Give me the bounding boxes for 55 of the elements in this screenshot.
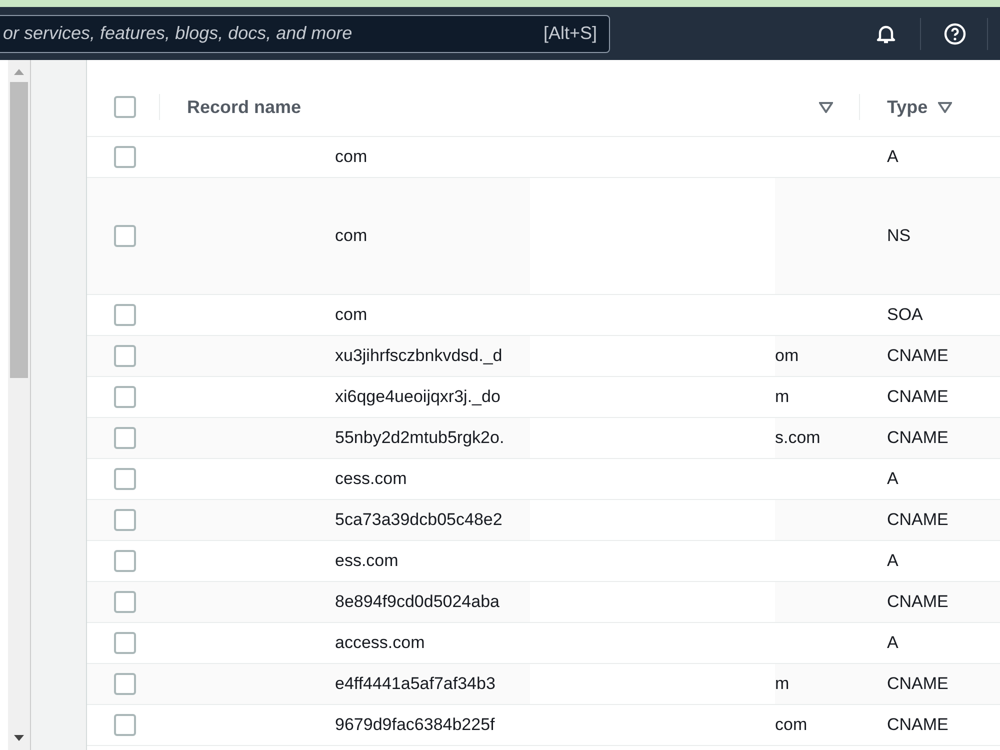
record-type: CNAME <box>887 674 948 694</box>
record-type: CNAME <box>887 346 948 366</box>
checkbox[interactable] <box>114 550 136 572</box>
record-type: CNAME <box>887 510 948 530</box>
shortcut-hint: [Alt+S] <box>543 23 597 44</box>
record-type: A <box>887 147 898 167</box>
record-name: 9679d9fac6384b225f <box>335 715 495 735</box>
checkbox[interactable] <box>114 591 136 613</box>
record-name: com <box>335 147 368 167</box>
record-name: xu3jihrfsczbnkvdsd._d <box>335 346 502 366</box>
table-cell: m <box>775 387 790 407</box>
record-type: CNAME <box>887 428 948 448</box>
record-type: NS <box>887 226 911 246</box>
record-name: cess.com <box>335 469 407 489</box>
record-type: CNAME <box>887 715 948 735</box>
checkbox[interactable] <box>114 386 136 408</box>
record-name: e4ff4441a5af7af34b3 <box>335 674 496 694</box>
record-name: xi6qge4ueoijqxr3j._do <box>335 387 500 407</box>
checkbox[interactable] <box>114 345 136 367</box>
search-bar[interactable]: or services, features, blogs, docs, and more [Alt+S] <box>0 14 610 52</box>
record-type: A <box>887 633 898 653</box>
checkbox[interactable] <box>114 673 136 695</box>
record-type: SOA <box>887 305 923 325</box>
record-type: A <box>887 469 898 489</box>
record-name: 8e894f9cd0d5024aba <box>335 592 500 612</box>
checkbox[interactable] <box>114 468 136 490</box>
checkbox[interactable] <box>114 146 136 168</box>
record-name: 55nby2d2mtub5rgk2o. <box>335 428 504 448</box>
record-type: CNAME <box>887 387 948 407</box>
record-type: CNAME <box>887 592 948 612</box>
record-name: com <box>335 226 368 246</box>
scrollbar[interactable] <box>8 60 31 750</box>
checkbox[interactable] <box>114 96 136 118</box>
scroll-down-icon[interactable] <box>14 734 24 742</box>
column-header[interactable]: Record name <box>187 96 302 118</box>
table-cell: om <box>775 346 799 366</box>
checkbox[interactable] <box>114 225 136 247</box>
table-cell: m <box>775 674 790 694</box>
record-name: access.com <box>335 633 425 653</box>
checkbox[interactable] <box>114 509 136 531</box>
filter-icon[interactable] <box>938 102 952 112</box>
search-field[interactable]: or services, features, blogs, docs, and more <box>1 22 544 45</box>
record-name: 5ca73a39dcb05c48e2 <box>335 510 502 530</box>
checkbox[interactable] <box>114 632 136 654</box>
scroll-up-icon[interactable] <box>14 68 24 76</box>
table-cell: com <box>775 715 808 735</box>
table-cell: s.com <box>775 428 820 448</box>
checkbox[interactable] <box>114 427 136 449</box>
record-type: A <box>887 551 898 571</box>
filter-icon[interactable] <box>819 102 833 112</box>
record-name: ess.com <box>335 551 398 571</box>
checkbox[interactable] <box>114 304 136 326</box>
column-header[interactable]: Type <box>887 96 928 118</box>
checkbox[interactable] <box>114 714 136 736</box>
record-name: com <box>335 305 368 325</box>
